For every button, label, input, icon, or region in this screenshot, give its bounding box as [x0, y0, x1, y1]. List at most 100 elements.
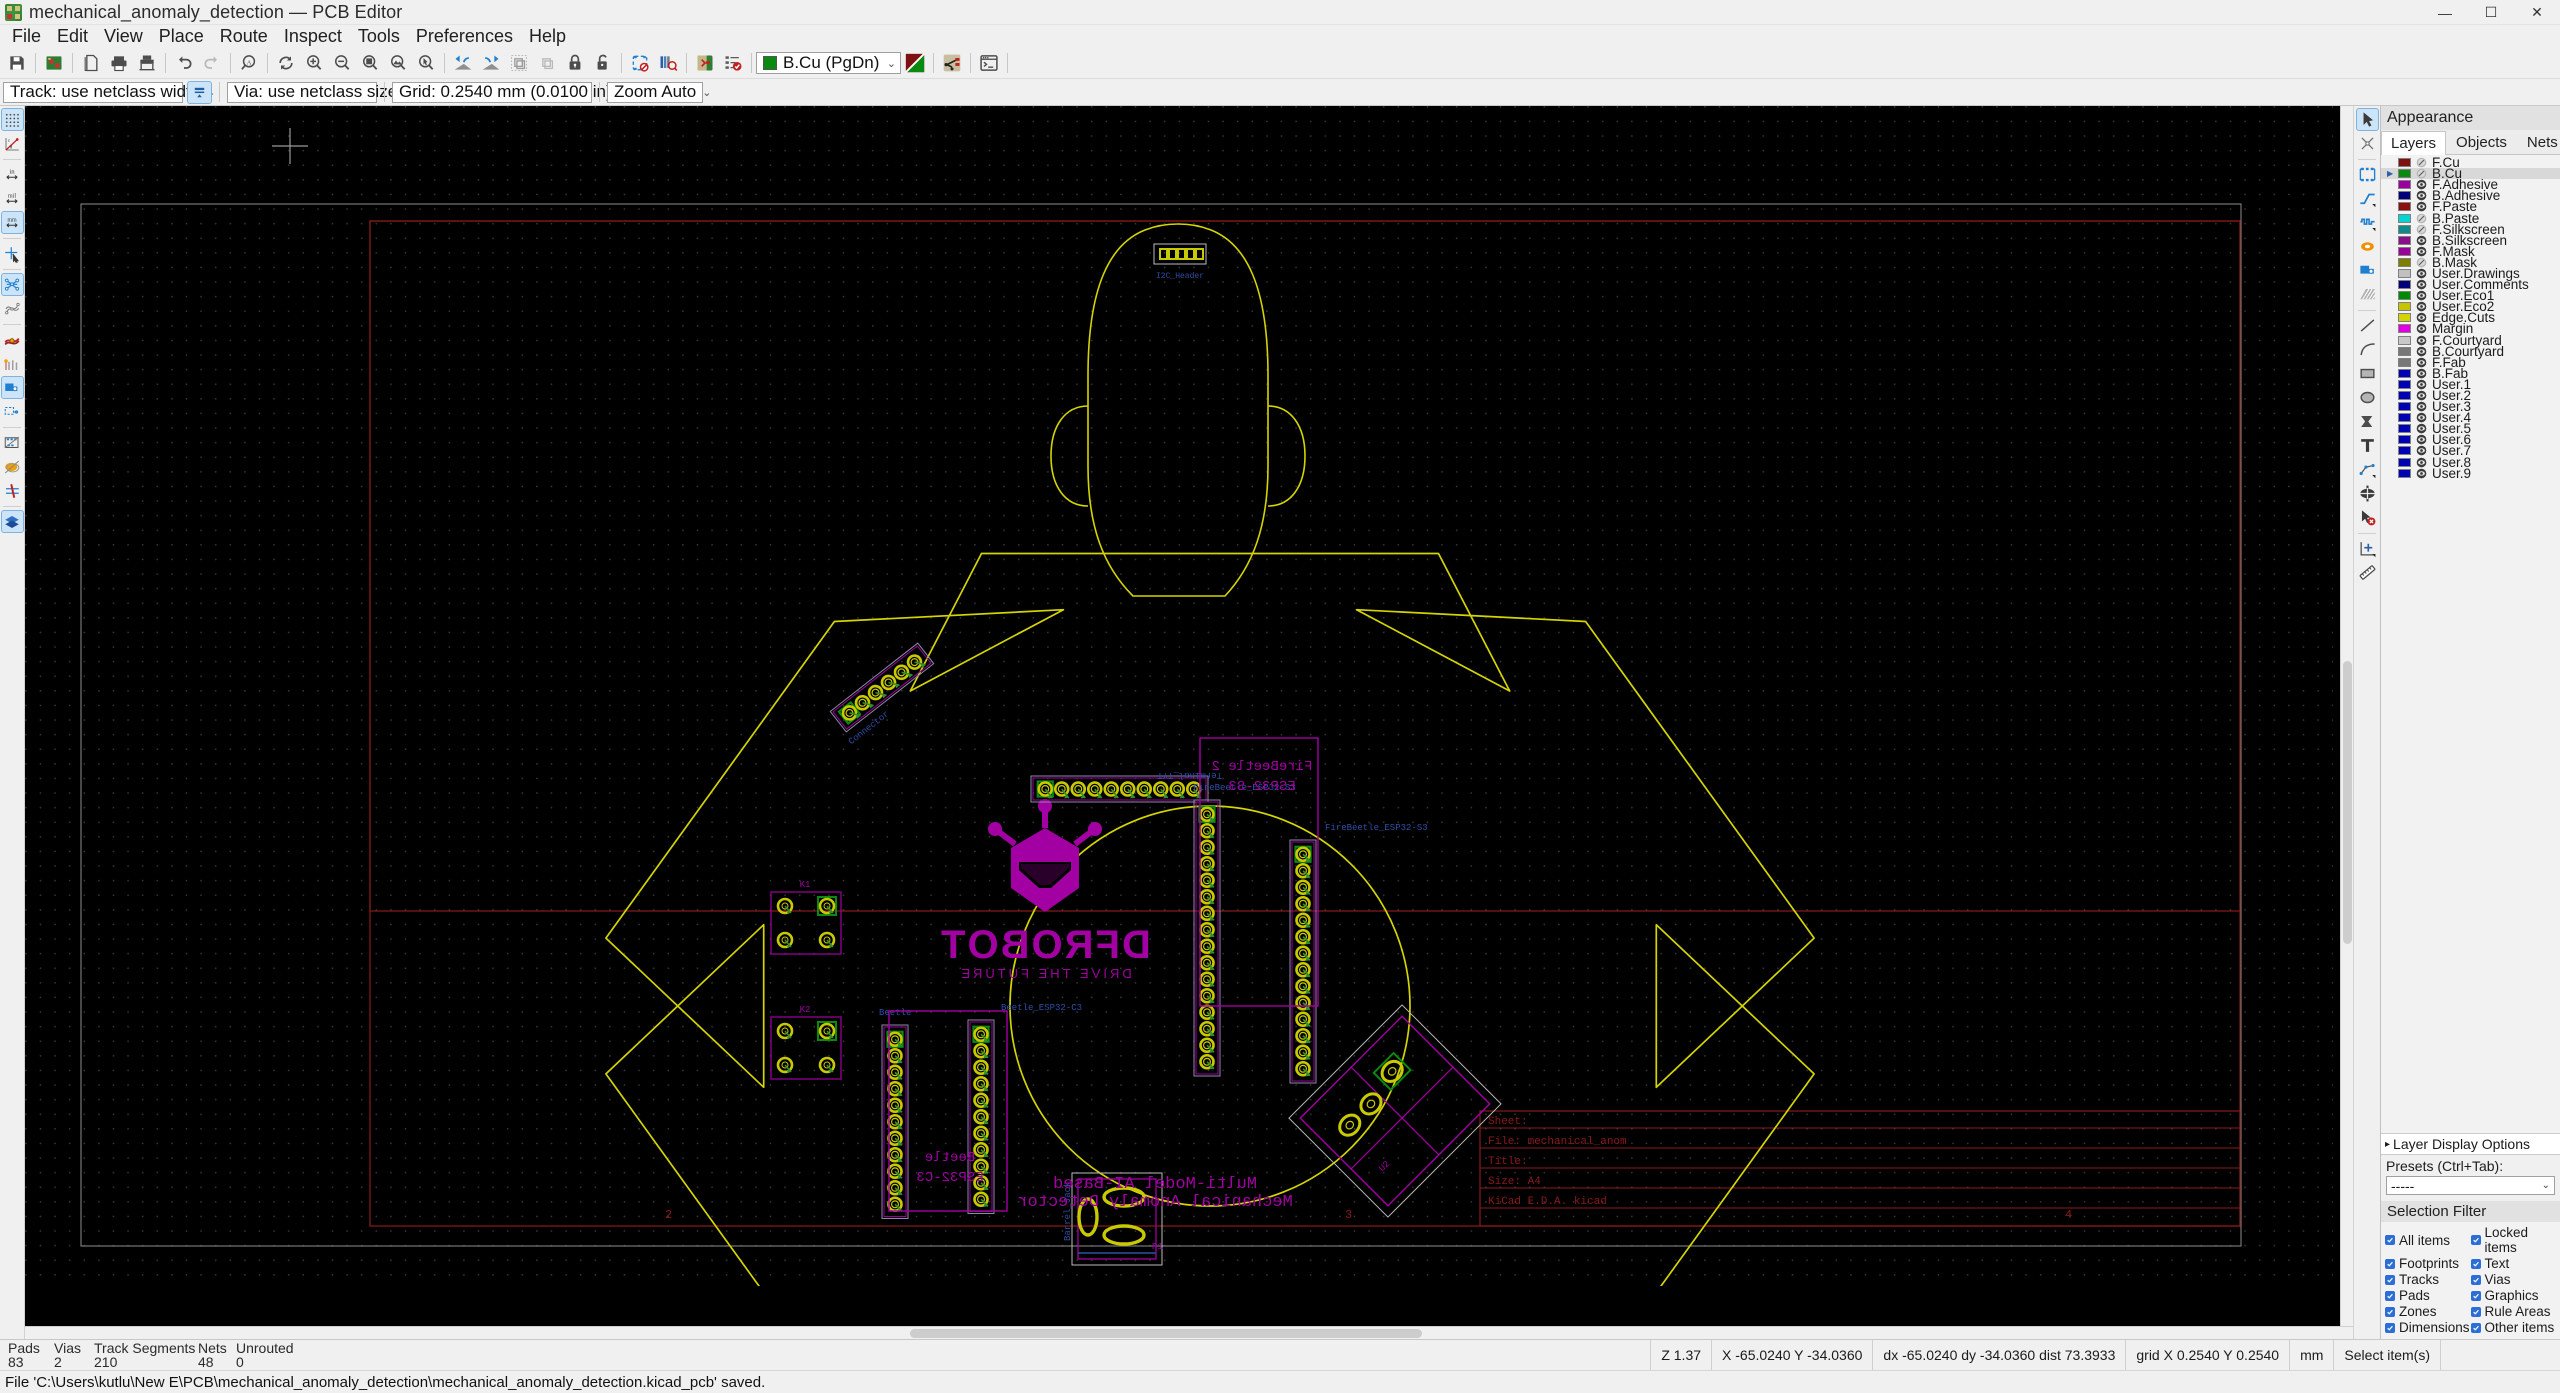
polar-coords-button[interactable]: rθ	[1, 132, 24, 155]
toggle-grid-button[interactable]	[0, 108, 24, 131]
minimize-button[interactable]: —	[2422, 0, 2468, 25]
track-width-select[interactable]: Track: use netclass width ⌄	[3, 81, 215, 103]
plot-button[interactable]	[133, 49, 161, 77]
tracks-sketch-mode-button[interactable]	[1, 328, 24, 351]
pcb-canvas[interactable]: Sheet: File: mechanical_anom Title: Size: A…	[25, 106, 2353, 1339]
checkbox-checked-icon[interactable]	[2470, 1290, 2481, 1301]
layer-color-swatch[interactable]	[2398, 213, 2411, 223]
layer-row[interactable]: B.Courtyard	[2381, 344, 2560, 358]
grid-select[interactable]: Grid: 0.2540 mm (0.0100 in) ⌄	[392, 81, 627, 103]
curved-ratsnest-button[interactable]	[1, 297, 24, 320]
layer-color-swatch[interactable]	[2398, 435, 2411, 445]
lock-button[interactable]	[561, 49, 589, 77]
run-drc-button[interactable]	[719, 49, 747, 77]
eye-visible-icon[interactable]	[2416, 445, 2427, 456]
layer-color-swatch[interactable]	[2398, 180, 2411, 190]
layer-color-swatch[interactable]	[2398, 158, 2411, 168]
zones-filled-button[interactable]	[1, 431, 24, 454]
toggle-cursor-button[interactable]	[1, 242, 24, 265]
selection-filter-text[interactable]: Text	[2470, 1256, 2557, 1271]
eye-visible-icon[interactable]	[2416, 379, 2427, 390]
set-origin-tool-button[interactable]	[2356, 537, 2379, 560]
layer-row[interactable]: F.Cu	[2381, 156, 2560, 169]
layer-color-swatch[interactable]	[2398, 402, 2411, 412]
zoom-fit-button[interactable]	[356, 49, 384, 77]
footprint-editor-button[interactable]	[626, 49, 654, 77]
net-highlight-button[interactable]	[938, 49, 966, 77]
draw-arc-tool-button[interactable]	[2356, 338, 2379, 361]
eye-visible-icon[interactable]	[2416, 190, 2427, 201]
zones-outline-button[interactable]	[1, 455, 24, 478]
menu-place[interactable]: Place	[151, 24, 212, 49]
selection-filter-vias[interactable]: Vias	[2470, 1272, 2557, 1287]
eye-visible-icon[interactable]	[2416, 290, 2427, 301]
eye-visible-icon[interactable]	[2416, 346, 2427, 357]
page-settings-button[interactable]	[77, 49, 105, 77]
update-pcb-from-schematic-button[interactable]	[691, 49, 719, 77]
units-mm-button[interactable]: mm	[0, 211, 24, 234]
eye-hidden-icon[interactable]	[2416, 168, 2427, 179]
local-ratsnest-tool-button[interactable]	[2356, 132, 2379, 155]
canvas-horizontal-scrollbar[interactable]	[25, 1326, 2353, 1339]
add-text-tool-button[interactable]	[2356, 434, 2379, 457]
active-layer-select[interactable]: B.Cu (PgDn) ⌄	[756, 52, 901, 74]
layer-display-options-toggle[interactable]: ▸ Layer Display Options	[2381, 1133, 2560, 1155]
unlock-button[interactable]	[589, 49, 617, 77]
eye-visible-icon[interactable]	[2416, 335, 2427, 346]
layer-pair-button[interactable]	[901, 49, 929, 77]
mirror-v-button[interactable]	[533, 49, 561, 77]
menu-file[interactable]: File	[4, 24, 49, 49]
layer-color-swatch[interactable]	[2398, 457, 2411, 467]
refresh-button[interactable]	[272, 49, 300, 77]
selection-filter-dimensions[interactable]: Dimensions	[2385, 1320, 2471, 1335]
draw-polygon-tool-button[interactable]	[2356, 410, 2379, 433]
layer-color-swatch[interactable]	[2398, 257, 2411, 267]
selection-filter-zones[interactable]: Zones	[2385, 1304, 2471, 1319]
layer-color-swatch[interactable]	[2398, 335, 2411, 345]
select-tool-button[interactable]	[2355, 108, 2379, 131]
rotate-cw-button[interactable]	[477, 49, 505, 77]
layer-color-swatch[interactable]	[2398, 235, 2411, 245]
draw-circle-tool-button[interactable]	[2356, 386, 2379, 409]
eye-visible-icon[interactable]	[2416, 457, 2427, 468]
zoom-select[interactable]: Zoom Auto ⌄	[607, 81, 711, 103]
add-target-tool-button[interactable]	[2356, 482, 2379, 505]
zoom-in-button[interactable]	[300, 49, 328, 77]
menu-route[interactable]: Route	[212, 24, 276, 49]
layer-color-swatch[interactable]	[2398, 468, 2411, 478]
draw-line-tool-button[interactable]	[2356, 314, 2379, 337]
maximize-button[interactable]: ☐	[2468, 0, 2514, 25]
layer-color-swatch[interactable]	[2398, 302, 2411, 312]
add-zone-tool-button[interactable]	[2356, 283, 2379, 306]
layer-row[interactable]: User.9	[2381, 466, 2560, 480]
eye-visible-icon[interactable]	[2416, 468, 2427, 479]
eye-visible-icon[interactable]	[2416, 312, 2427, 323]
redo-button[interactable]	[198, 49, 226, 77]
menu-preferences[interactable]: Preferences	[408, 24, 521, 49]
undo-button[interactable]	[170, 49, 198, 77]
layer-color-swatch[interactable]	[2398, 202, 2411, 212]
eye-visible-icon[interactable]	[2416, 201, 2427, 212]
place-footprint-tool-button[interactable]	[2356, 163, 2379, 186]
menu-tools[interactable]: Tools	[350, 24, 408, 49]
layer-color-swatch[interactable]	[2398, 291, 2411, 301]
selection-filter-graphics[interactable]: Graphics	[2470, 1288, 2557, 1303]
pcb-drawing[interactable]: Sheet: File: mechanical_anom Title: Size: A…	[25, 106, 2333, 1286]
toggle-3d-layers-button[interactable]	[0, 510, 24, 533]
checkbox-checked-icon[interactable]	[2385, 1290, 2395, 1301]
checkbox-checked-icon[interactable]	[2470, 1274, 2481, 1285]
presets-select[interactable]: ----- ⌄	[2386, 1176, 2555, 1195]
tab-objects[interactable]: Objects	[2446, 130, 2517, 154]
mirror-h-button[interactable]	[505, 49, 533, 77]
print-button[interactable]	[105, 49, 133, 77]
eye-visible-icon[interactable]	[2416, 323, 2427, 334]
checkbox-checked-icon[interactable]	[2385, 1274, 2395, 1285]
layer-color-swatch[interactable]	[2398, 324, 2411, 334]
eye-visible-icon[interactable]	[2416, 357, 2427, 368]
checkbox-checked-icon[interactable]	[2385, 1322, 2395, 1333]
layer-color-swatch[interactable]	[2398, 379, 2411, 389]
selection-filter-tracks[interactable]: Tracks	[2385, 1272, 2471, 1287]
menu-edit[interactable]: Edit	[49, 24, 96, 49]
auto-track-width-toggle[interactable]	[187, 80, 212, 104]
units-status[interactable]: mm	[2289, 1340, 2333, 1370]
